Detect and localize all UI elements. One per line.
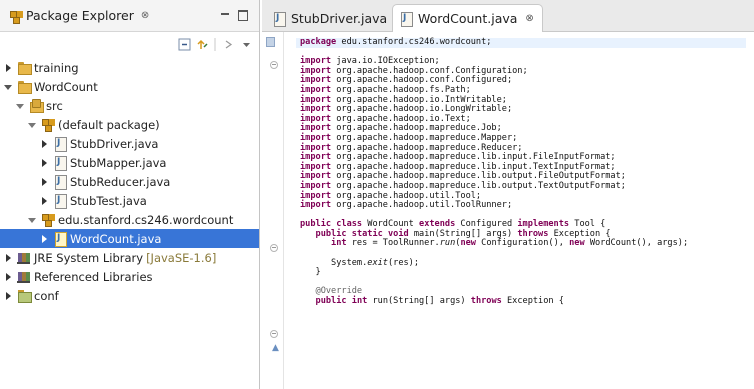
current-line-marker-icon <box>266 37 275 47</box>
tree-item-stubtest[interactable]: StubTest.java <box>0 191 259 210</box>
view-menu-icon[interactable] <box>240 38 253 51</box>
tree-item-conf[interactable]: conf <box>0 286 259 305</box>
expand-arrow-icon[interactable] <box>4 272 14 282</box>
tree-item-default-package[interactable]: (default package) <box>0 115 259 134</box>
tab-wordcount[interactable]: WordCount.java ⊗ <box>392 4 543 32</box>
collapse-arrow-icon[interactable] <box>28 120 38 130</box>
package-icon <box>41 118 55 132</box>
source-code[interactable]: package edu.stanford.cs246.wordcount; im… <box>296 37 746 307</box>
view-menu-arrow-icon[interactable] <box>222 38 235 51</box>
tree-item-label: WordCount <box>34 79 98 94</box>
tree-item-wordcount-package[interactable]: edu.stanford.cs246.wordcount <box>0 210 259 229</box>
tree-item-label: edu.stanford.cs246.wordcount <box>58 212 234 227</box>
tree-item-label: src <box>46 98 63 113</box>
expand-arrow-icon[interactable] <box>40 196 50 206</box>
tree-item-wordcount-project[interactable]: WordCount <box>0 77 259 96</box>
code-line: System.exit(res); <box>300 257 420 268</box>
collapse-arrow-icon[interactable] <box>4 82 14 92</box>
package-tree: training WordCount src (default package)… <box>0 58 259 305</box>
folder-icon <box>17 289 32 303</box>
tab-label: WordCount.java <box>418 11 518 26</box>
java-file-icon <box>53 194 67 209</box>
package-explorer-view: Package Explorer ⊗ training WordCount sr… <box>0 0 260 389</box>
code-editor: StubDriver.java WordCount.java ⊗ ▲ packa… <box>262 0 754 389</box>
package-explorer-tab[interactable]: Package Explorer ⊗ <box>6 8 149 24</box>
package-icon <box>41 213 55 227</box>
tree-item-label: JRE System Library <box>34 250 144 265</box>
tree-item-training[interactable]: training <box>0 58 259 77</box>
expand-arrow-icon[interactable] <box>4 253 14 263</box>
collapse-arrow-icon[interactable] <box>28 215 38 225</box>
tree-item-label: StubReducer.java <box>70 174 171 189</box>
close-view-icon[interactable]: ⊗ <box>141 10 149 21</box>
project-icon <box>17 61 32 75</box>
tree-item-label: conf <box>34 288 59 303</box>
tree-item-label: StubTest.java <box>70 193 147 208</box>
java-file-icon <box>53 175 67 190</box>
tree-item-wordcount-java[interactable]: WordCount.java <box>0 229 259 248</box>
java-file-icon <box>53 232 67 247</box>
java-file-icon <box>399 12 413 27</box>
minimize-icon[interactable] <box>219 8 231 20</box>
collapse-all-icon[interactable] <box>178 38 191 51</box>
tree-item-label: WordCount.java <box>70 231 162 246</box>
fold-run-icon[interactable] <box>270 330 278 338</box>
project-icon <box>17 80 32 94</box>
package-explorer-header: Package Explorer ⊗ <box>0 0 259 32</box>
editor-tab-bar: StubDriver.java WordCount.java ⊗ <box>262 0 754 32</box>
expand-arrow-icon[interactable] <box>4 291 14 301</box>
java-file-icon <box>53 137 67 152</box>
expand-arrow-icon[interactable] <box>40 177 50 187</box>
source-folder-icon <box>29 99 44 113</box>
tree-item-label: StubDriver.java <box>70 136 159 151</box>
library-icon <box>17 270 31 283</box>
code-line: int res = ToolRunner.run(new Configurati… <box>331 238 689 249</box>
tree-item-jre-library[interactable]: JRE System Library [JavaSE-1.6] <box>0 248 259 267</box>
expand-arrow-icon[interactable] <box>40 234 50 244</box>
tree-item-src[interactable]: src <box>0 96 259 115</box>
code-line: } <box>300 267 321 278</box>
tree-item-referenced-libraries[interactable]: Referenced Libraries <box>0 267 259 286</box>
java-file-icon <box>272 11 286 27</box>
link-with-editor-icon[interactable] <box>196 38 209 51</box>
maximize-icon[interactable] <box>236 8 248 21</box>
tree-item-label: StubMapper.java <box>70 155 167 170</box>
editor-gutter: ▲ <box>262 32 284 389</box>
toolbar-separator <box>214 38 216 51</box>
tab-label: StubDriver.java <box>291 10 388 26</box>
library-icon <box>17 251 31 264</box>
tree-item-label: (default package) <box>58 117 160 132</box>
package-explorer-title: Package Explorer <box>26 8 134 23</box>
tree-item-stubreducer[interactable]: StubReducer.java <box>0 172 259 191</box>
close-tab-icon[interactable]: ⊗ <box>525 13 533 24</box>
tree-item-label: training <box>34 60 79 75</box>
jre-version-label: [JavaSE-1.6] <box>146 250 217 265</box>
expand-arrow-icon[interactable] <box>40 158 50 168</box>
java-file-icon <box>53 156 67 171</box>
explorer-toolbar <box>0 32 259 58</box>
code-line: public int run(String[] args) throws Exc… <box>315 296 564 307</box>
fold-main-icon[interactable] <box>270 244 278 252</box>
tab-stubdriver[interactable]: StubDriver.java <box>266 4 395 32</box>
code-line: import org.apache.hadoop.util.ToolRunner… <box>300 200 513 211</box>
collapse-arrow-icon[interactable] <box>16 101 26 111</box>
tree-item-label: Referenced Libraries <box>34 269 153 284</box>
expand-arrow-icon[interactable] <box>4 63 14 73</box>
expand-arrow-icon[interactable] <box>40 139 50 149</box>
tree-item-stubdriver[interactable]: StubDriver.java <box>0 134 259 153</box>
tree-item-stubmapper[interactable]: StubMapper.java <box>0 153 259 172</box>
package-explorer-icon <box>9 10 21 24</box>
fold-imports-icon[interactable] <box>270 61 278 69</box>
code-line: package edu.stanford.cs246.wordcount; <box>296 37 746 48</box>
override-marker-icon: ▲ <box>272 343 279 353</box>
